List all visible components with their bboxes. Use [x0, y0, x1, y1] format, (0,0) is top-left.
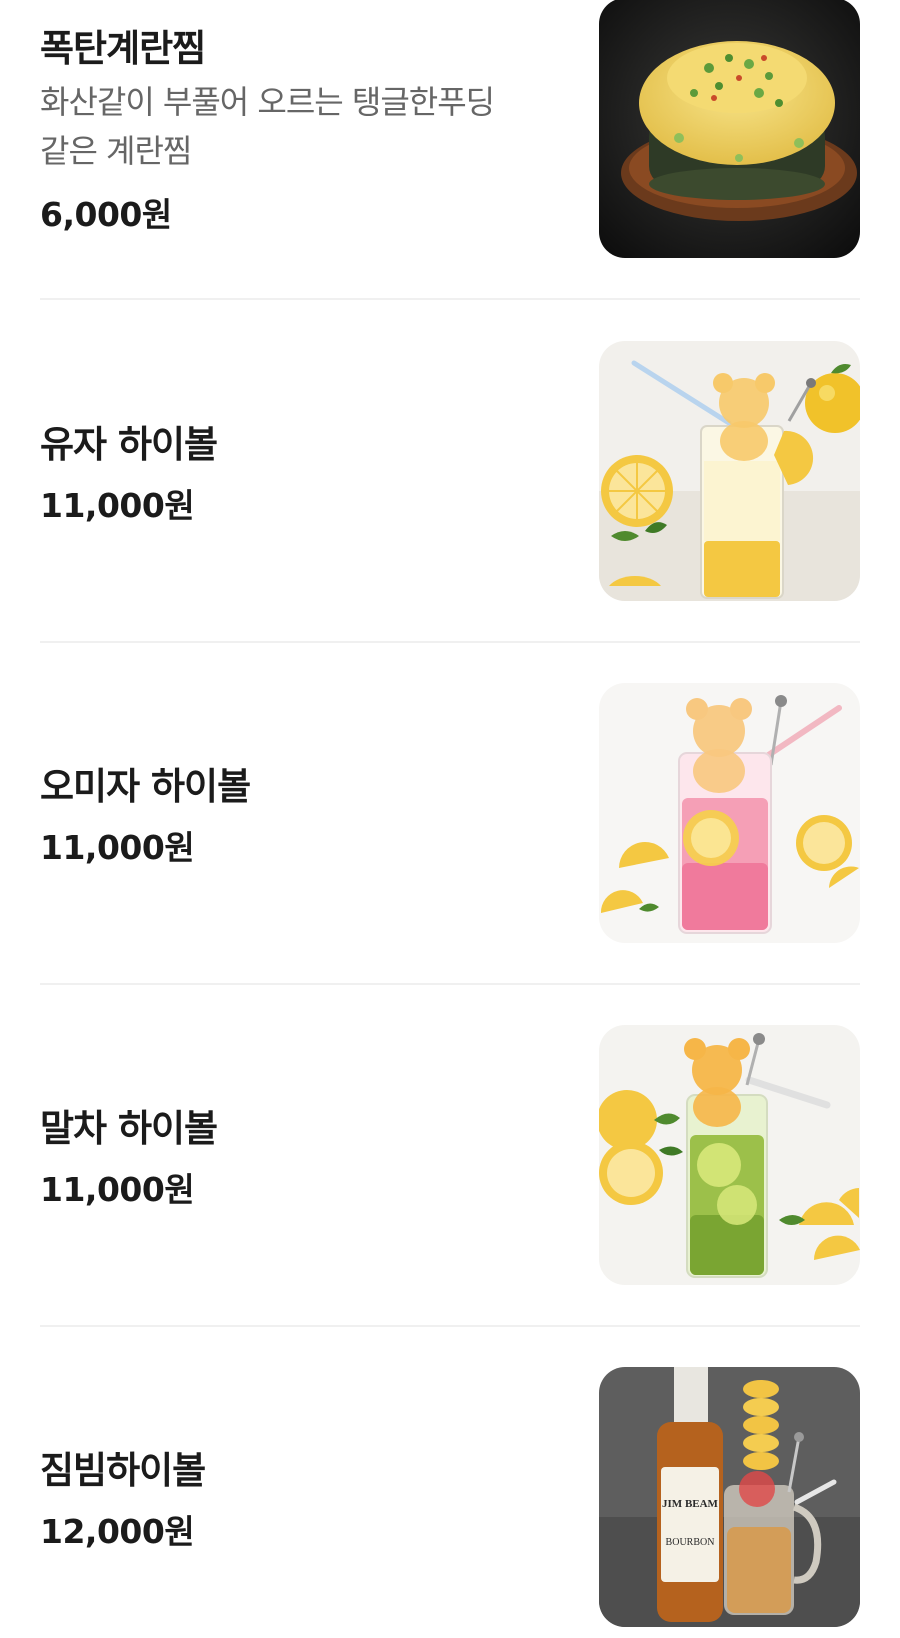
menu-item-text: 폭탄계란찜 화산같이 부풀어 오르는 탱글한푸딩 같은 계란찜 6,000원 — [40, 0, 560, 260]
menu-item-price: 11,000원 — [40, 486, 195, 525]
menu-item-matcha-highball[interactable]: 말차 하이볼 11,000원 — [40, 1025, 860, 1285]
menu-item-text: 오미자 하이볼 11,000원 — [40, 683, 560, 943]
menu-item-description: 화산같이 부풀어 오르는 탱글한푸딩 — [40, 83, 495, 121]
menu-item-text: 말차 하이볼 11,000원 — [40, 1025, 560, 1285]
menu-item-text: 유자 하이볼 11,000원 — [40, 341, 560, 601]
menu-item-name: 짐빔하이볼 — [40, 1449, 206, 1492]
menu-list: 폭탄계란찜 화산같이 부풀어 오르는 탱글한푸딩 같은 계란찜 6,000원 유… — [0, 0, 900, 1638]
menu-item-price: 12,000원 — [40, 1512, 195, 1551]
omija-highball-photo — [599, 683, 860, 943]
menu-item-yuja-highball[interactable]: 유자 하이볼 11,000원 — [40, 341, 860, 601]
bottle-label-brand: JIM BEAM — [662, 1498, 719, 1510]
divider — [40, 1325, 860, 1327]
menu-item-name: 말차 하이볼 — [40, 1107, 218, 1150]
menu-item-text: 짐빔하이볼 12,000원 — [40, 1367, 560, 1627]
yuja-highball-photo — [599, 341, 860, 601]
menu-item-omija-highball[interactable]: 오미자 하이볼 11,000원 — [40, 683, 860, 943]
menu-item-name: 유자 하이볼 — [40, 423, 218, 466]
bottle-label-type: BOURBON — [666, 1537, 715, 1548]
menu-item-name: 폭탄계란찜 — [40, 27, 206, 70]
divider — [40, 983, 860, 985]
matcha-highball-photo — [599, 1025, 860, 1285]
divider — [40, 298, 860, 300]
menu-item-name: 오미자 하이볼 — [40, 765, 251, 808]
menu-item-price: 11,000원 — [40, 828, 195, 867]
menu-item-description: 같은 계란찜 — [40, 132, 192, 170]
divider — [40, 641, 860, 643]
menu-item-price: 11,000원 — [40, 1170, 195, 1209]
menu-item-steamed-egg[interactable]: 폭탄계란찜 화산같이 부풀어 오르는 탱글한푸딩 같은 계란찜 6,000원 — [40, 0, 860, 260]
jimbeam-highball-photo: JIM BEAM BOURBON — [599, 1367, 860, 1627]
steamed-egg-photo — [599, 0, 860, 258]
menu-item-price: 6,000원 — [40, 195, 172, 234]
menu-item-jimbeam-highball[interactable]: 짐빔하이볼 12,000원 JIM BEAM BOURBON — [40, 1367, 860, 1627]
